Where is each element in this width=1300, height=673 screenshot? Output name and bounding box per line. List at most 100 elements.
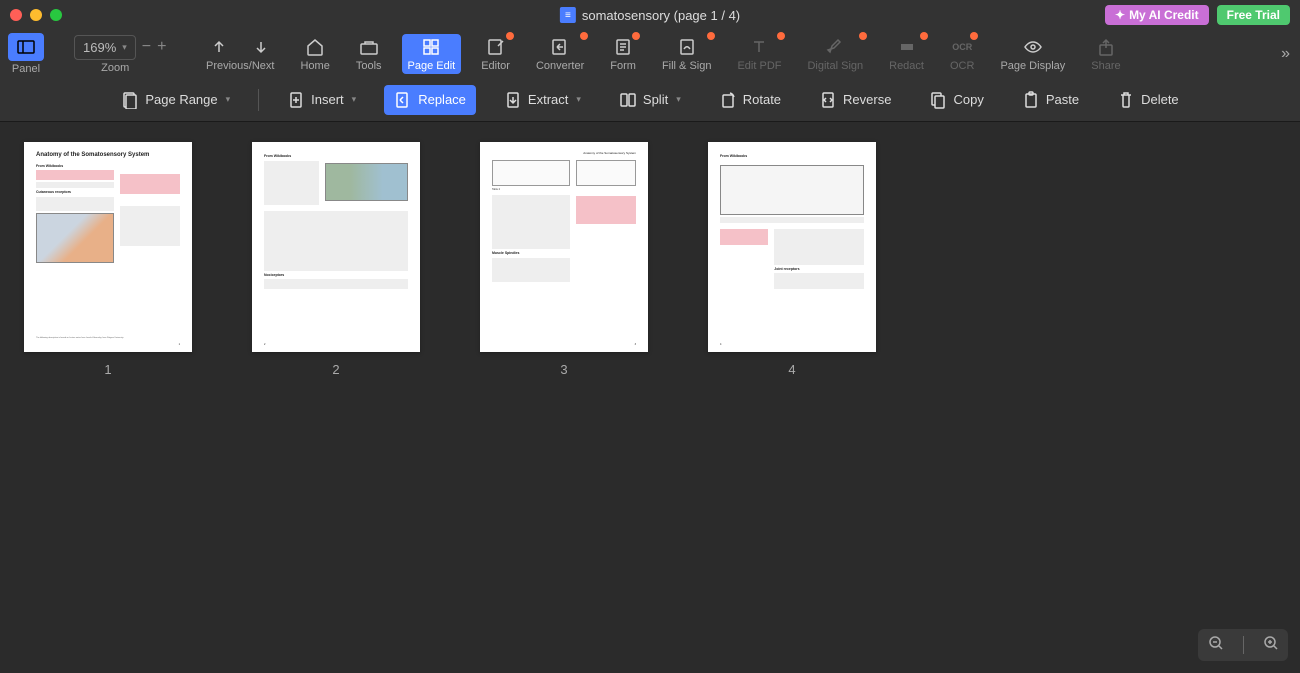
window-close[interactable]	[10, 9, 22, 21]
split-icon	[619, 91, 637, 109]
prev-next-nav[interactable]: Previous/Next	[200, 34, 280, 74]
window-title: somatosensory (page 1 / 4)	[582, 8, 740, 23]
zoom-value: 169%	[83, 40, 116, 55]
editor-label: Editor	[481, 60, 510, 72]
page-range-icon	[121, 91, 139, 109]
notification-dot	[777, 32, 785, 40]
notification-dot	[707, 32, 715, 40]
extract-label: Extract	[528, 92, 568, 107]
fill-sign-tab[interactable]: Fill & Sign	[656, 34, 718, 74]
text-icon	[747, 36, 771, 58]
home-icon	[303, 36, 327, 58]
panel-label: Panel	[12, 63, 40, 75]
page-edit-tab[interactable]: Page Edit	[402, 34, 462, 74]
free-trial-button[interactable]: Free Trial	[1217, 5, 1290, 25]
editor-tab[interactable]: Editor	[475, 34, 516, 74]
redact-tab[interactable]: Redact	[883, 34, 930, 74]
replace-button[interactable]: Replace	[384, 85, 476, 115]
delete-label: Delete	[1141, 92, 1179, 107]
prev-next-label: Previous/Next	[206, 60, 274, 72]
page-source: From Wikibooks	[36, 164, 180, 169]
form-tab[interactable]: Form	[604, 34, 642, 74]
replace-label: Replace	[418, 92, 466, 107]
chevron-down-icon: ▾	[676, 94, 681, 105]
window-minimize[interactable]	[30, 9, 42, 21]
reverse-label: Reverse	[843, 92, 891, 107]
delete-button[interactable]: Delete	[1107, 85, 1189, 115]
eye-icon	[1021, 36, 1045, 58]
sparkle-icon: ✦	[1115, 8, 1125, 22]
ai-credit-button[interactable]: ✦ My AI Credit	[1105, 5, 1209, 25]
convert-icon	[548, 36, 572, 58]
notification-dot	[632, 32, 640, 40]
panel-button[interactable]	[8, 33, 44, 61]
divider	[1243, 636, 1244, 654]
page-range-button[interactable]: Page Range ▾	[111, 85, 240, 115]
paste-button[interactable]: Paste	[1012, 85, 1089, 115]
ocr-icon: OCR	[950, 36, 974, 58]
page-display-tab[interactable]: Page Display	[994, 34, 1071, 74]
extract-icon	[504, 91, 522, 109]
tools-label: Tools	[356, 60, 382, 72]
page-edit-label: Page Edit	[408, 60, 456, 72]
chevron-down-icon: ▾	[576, 94, 581, 105]
zoom-out-icon[interactable]	[1208, 635, 1224, 656]
converter-tab[interactable]: Converter	[530, 34, 590, 74]
split-label: Split	[643, 92, 668, 107]
thumbnails-area: Anatomy of the Somatosensory System From…	[0, 122, 1300, 397]
pen-icon	[823, 36, 847, 58]
notification-dot	[506, 32, 514, 40]
edit-pdf-tab[interactable]: Edit PDF	[731, 34, 787, 74]
zoom-controls	[1198, 629, 1288, 661]
copy-icon	[929, 91, 947, 109]
zoom-selector[interactable]: 169% ▾	[74, 35, 136, 60]
rotate-button[interactable]: Rotate	[709, 85, 791, 115]
rotate-icon	[719, 91, 737, 109]
page-thumbnail-4[interactable]: From Wikibooks Joint receptors 4	[708, 142, 876, 352]
chevron-down-icon: ▾	[352, 94, 357, 105]
home-label: Home	[300, 60, 329, 72]
share-tab[interactable]: Share	[1085, 34, 1126, 74]
converter-label: Converter	[536, 60, 584, 72]
page-number: 1	[104, 362, 111, 377]
page-header: Anatomy of the Somatosensory System	[492, 152, 636, 156]
insert-button[interactable]: Insert ▾	[277, 85, 366, 115]
form-icon	[611, 36, 635, 58]
divider	[258, 89, 259, 111]
home-tab[interactable]: Home	[294, 34, 335, 74]
extract-button[interactable]: Extract ▾	[494, 85, 591, 115]
tools-tab[interactable]: Tools	[350, 34, 388, 74]
page-number: 2	[332, 362, 339, 377]
page-number: 4	[788, 362, 795, 377]
tools-icon	[357, 36, 381, 58]
ai-credit-label: My AI Credit	[1129, 8, 1199, 22]
zoom-in-icon[interactable]	[1263, 635, 1279, 656]
page-number: 3	[560, 362, 567, 377]
ocr-tab[interactable]: OCR OCR	[944, 34, 980, 74]
digital-sign-tab[interactable]: Digital Sign	[801, 34, 869, 74]
copy-label: Copy	[953, 92, 983, 107]
notification-dot	[970, 32, 978, 40]
paste-icon	[1022, 91, 1040, 109]
window-maximize[interactable]	[50, 9, 62, 21]
form-label: Form	[610, 60, 636, 72]
sign-icon	[675, 36, 699, 58]
share-icon	[1094, 36, 1118, 58]
page-source: From Wikibooks	[720, 154, 864, 159]
zoom-out-button[interactable]: −	[142, 38, 151, 56]
insert-icon	[287, 91, 305, 109]
more-button[interactable]: »	[1281, 45, 1290, 63]
page-thumbnail-1[interactable]: Anatomy of the Somatosensory System From…	[24, 142, 192, 352]
reverse-button[interactable]: Reverse	[809, 85, 901, 115]
page-thumbnail-2[interactable]: From Wikibooks Nociceptors 2	[252, 142, 420, 352]
share-label: Share	[1091, 60, 1120, 72]
zoom-in-button[interactable]: +	[157, 38, 166, 56]
digital-sign-label: Digital Sign	[807, 60, 863, 72]
page-title: Anatomy of the Somatosensory System	[36, 152, 180, 160]
edit-pdf-label: Edit PDF	[737, 60, 781, 72]
copy-button[interactable]: Copy	[919, 85, 993, 115]
split-button[interactable]: Split ▾	[609, 85, 691, 115]
redact-label: Redact	[889, 60, 924, 72]
trash-icon	[1117, 91, 1135, 109]
page-thumbnail-3[interactable]: Anatomy of the Somatosensory System Tabl…	[480, 142, 648, 352]
